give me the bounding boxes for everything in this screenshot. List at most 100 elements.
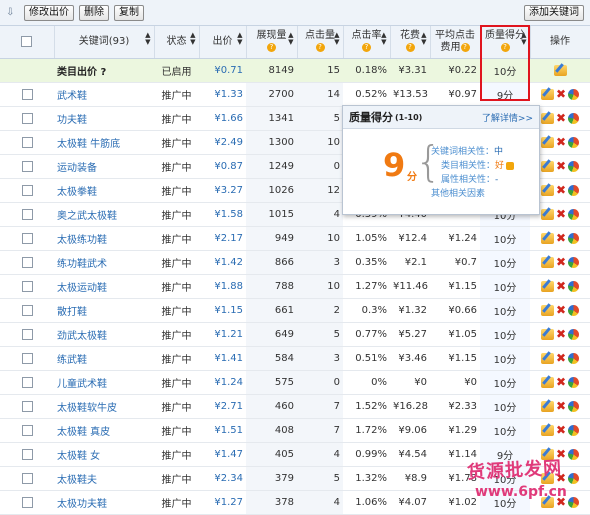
sort-icon[interactable]: ▲ ▼ — [237, 32, 242, 46]
row-checkbox[interactable] — [21, 112, 33, 124]
help-icon[interactable]: ? — [100, 67, 106, 78]
help-icon[interactable]: ? — [315, 42, 325, 52]
delete-icon[interactable]: ✖ — [556, 376, 566, 388]
avg-cpc-header[interactable]: 平均点击 费用? — [430, 26, 481, 59]
delete-icon[interactable]: ✖ — [556, 400, 566, 412]
chart-icon[interactable] — [568, 305, 580, 316]
row-checkbox[interactable] — [21, 448, 33, 460]
chart-icon[interactable] — [568, 401, 580, 412]
bid-cell[interactable]: ¥0.87 — [199, 154, 246, 179]
keyword-link[interactable]: 太极拳鞋 — [54, 178, 154, 203]
bid-cell[interactable]: ¥1.15 — [199, 298, 246, 323]
learn-more-link[interactable]: 了解详情>> — [482, 111, 533, 124]
collapse-icon[interactable]: ⇩ — [6, 7, 18, 18]
edit-icon[interactable] — [553, 65, 567, 76]
edit-icon[interactable] — [540, 89, 554, 100]
chart-icon[interactable] — [568, 353, 580, 364]
delete-icon[interactable]: ✖ — [556, 160, 566, 172]
bid-cell[interactable]: ¥1.42 — [199, 250, 246, 275]
delete-icon[interactable]: ✖ — [556, 112, 566, 124]
help-icon[interactable]: ? — [267, 42, 276, 52]
bid-cell[interactable]: ¥1.21 — [199, 322, 246, 347]
keyword-link[interactable]: 太极运动鞋 — [54, 274, 154, 299]
keyword-link[interactable]: 太极功夫鞋 — [54, 490, 154, 515]
delete-icon[interactable]: ✖ — [556, 256, 566, 268]
edit-icon[interactable] — [540, 233, 554, 244]
delete-icon[interactable]: ✖ — [556, 352, 566, 364]
chart-icon[interactable] — [568, 449, 580, 460]
chart-icon[interactable] — [568, 209, 580, 220]
edit-icon[interactable] — [540, 425, 554, 436]
delete-icon[interactable]: ✖ — [556, 136, 566, 148]
row-checkbox[interactable] — [21, 328, 33, 340]
edit-icon[interactable] — [540, 401, 554, 412]
select-all-checkbox[interactable] — [21, 35, 33, 47]
keyword-link[interactable]: 太极鞋 真皮 — [54, 418, 154, 443]
copy-button[interactable]: 复制 — [114, 4, 144, 21]
edit-icon[interactable] — [540, 161, 554, 172]
delete-icon[interactable]: ✖ — [556, 328, 566, 340]
chart-icon[interactable] — [568, 161, 580, 172]
delete-icon[interactable]: ✖ — [556, 424, 566, 436]
row-checkbox[interactable] — [21, 304, 33, 316]
edit-icon[interactable] — [540, 185, 554, 196]
keyword-link[interactable]: 太极鞋软牛皮 — [54, 394, 154, 419]
delete-icon[interactable]: ✖ — [556, 184, 566, 196]
quality-cell[interactable]: 9分 — [480, 82, 530, 107]
edit-icon[interactable] — [540, 377, 554, 388]
edit-icon[interactable] — [540, 209, 554, 220]
edit-icon[interactable] — [540, 257, 554, 268]
keyword-link[interactable]: 太极鞋 女 — [54, 442, 154, 467]
help-icon[interactable]: ? — [460, 42, 470, 52]
row-checkbox[interactable] — [21, 184, 33, 196]
bid-cell[interactable]: ¥1.88 — [199, 274, 246, 299]
quality-header[interactable]: 质量得分? ▲ ▼ — [480, 26, 531, 59]
chart-icon[interactable] — [568, 377, 580, 388]
delete-icon[interactable]: ✖ — [556, 232, 566, 244]
edit-icon[interactable] — [540, 353, 554, 364]
row-checkbox[interactable] — [21, 232, 33, 244]
status-header[interactable]: 状态 ▲ ▼ — [154, 26, 200, 59]
sort-icon[interactable]: ▲ ▼ — [145, 32, 150, 46]
delete-icon[interactable]: ✖ — [556, 304, 566, 316]
sort-icon[interactable]: ▲ ▼ — [421, 32, 426, 46]
row-checkbox[interactable] — [21, 424, 33, 436]
row-checkbox[interactable] — [21, 256, 33, 268]
bid-cell[interactable]: ¥1.66 — [199, 106, 246, 131]
row-checkbox[interactable] — [21, 88, 33, 100]
row-checkbox[interactable] — [21, 496, 33, 508]
keyword-link[interactable]: 练武鞋 — [54, 346, 154, 371]
bid-cell[interactable]: ¥1.27 — [199, 490, 246, 515]
bid-cell[interactable]: ¥2.34 — [199, 466, 246, 491]
keyword-link[interactable]: 太极鞋 牛筋底 — [54, 130, 154, 155]
keyword-link[interactable]: 太极练功鞋 — [54, 226, 154, 251]
delete-icon[interactable]: ✖ — [556, 280, 566, 292]
sort-icon[interactable]: ▲ ▼ — [288, 32, 293, 46]
bid-cell[interactable]: ¥2.17 — [199, 226, 246, 251]
chart-icon[interactable] — [568, 233, 580, 244]
chart-icon[interactable] — [568, 113, 580, 124]
bid-cell[interactable]: ¥1.33 — [199, 82, 246, 107]
row-checkbox[interactable] — [21, 136, 33, 148]
row-checkbox[interactable] — [21, 160, 33, 172]
chart-icon[interactable] — [568, 89, 580, 100]
help-icon[interactable]: ? — [405, 42, 415, 52]
sort-icon[interactable]: ▲ ▼ — [381, 32, 386, 46]
sort-icon[interactable]: ▲ ▼ — [521, 32, 526, 46]
delete-button[interactable]: 删除 — [79, 4, 109, 21]
impressions-header[interactable]: 展现量? ▲ ▼ — [246, 26, 298, 59]
modify-bid-button[interactable]: 修改出价 — [24, 4, 74, 21]
bid-cell[interactable]: ¥1.47 — [199, 442, 246, 467]
chart-icon[interactable] — [568, 329, 580, 340]
bid-cell[interactable]: ¥1.58 — [199, 202, 246, 227]
row-checkbox[interactable] — [21, 472, 33, 484]
clicks-header[interactable]: 点击量? ▲ ▼ — [297, 26, 344, 59]
sort-icon[interactable]: ▲ ▼ — [334, 32, 339, 46]
bid-cell[interactable]: ¥1.51 — [199, 418, 246, 443]
chart-icon[interactable] — [568, 473, 580, 484]
other-factors[interactable]: 其他相关因素 — [431, 186, 485, 199]
keyword-link[interactable]: 功夫鞋 — [54, 106, 154, 131]
keyword-link[interactable]: 奥之武太极鞋 — [54, 202, 154, 227]
edit-icon[interactable] — [540, 305, 554, 316]
delete-icon[interactable]: ✖ — [556, 88, 566, 100]
